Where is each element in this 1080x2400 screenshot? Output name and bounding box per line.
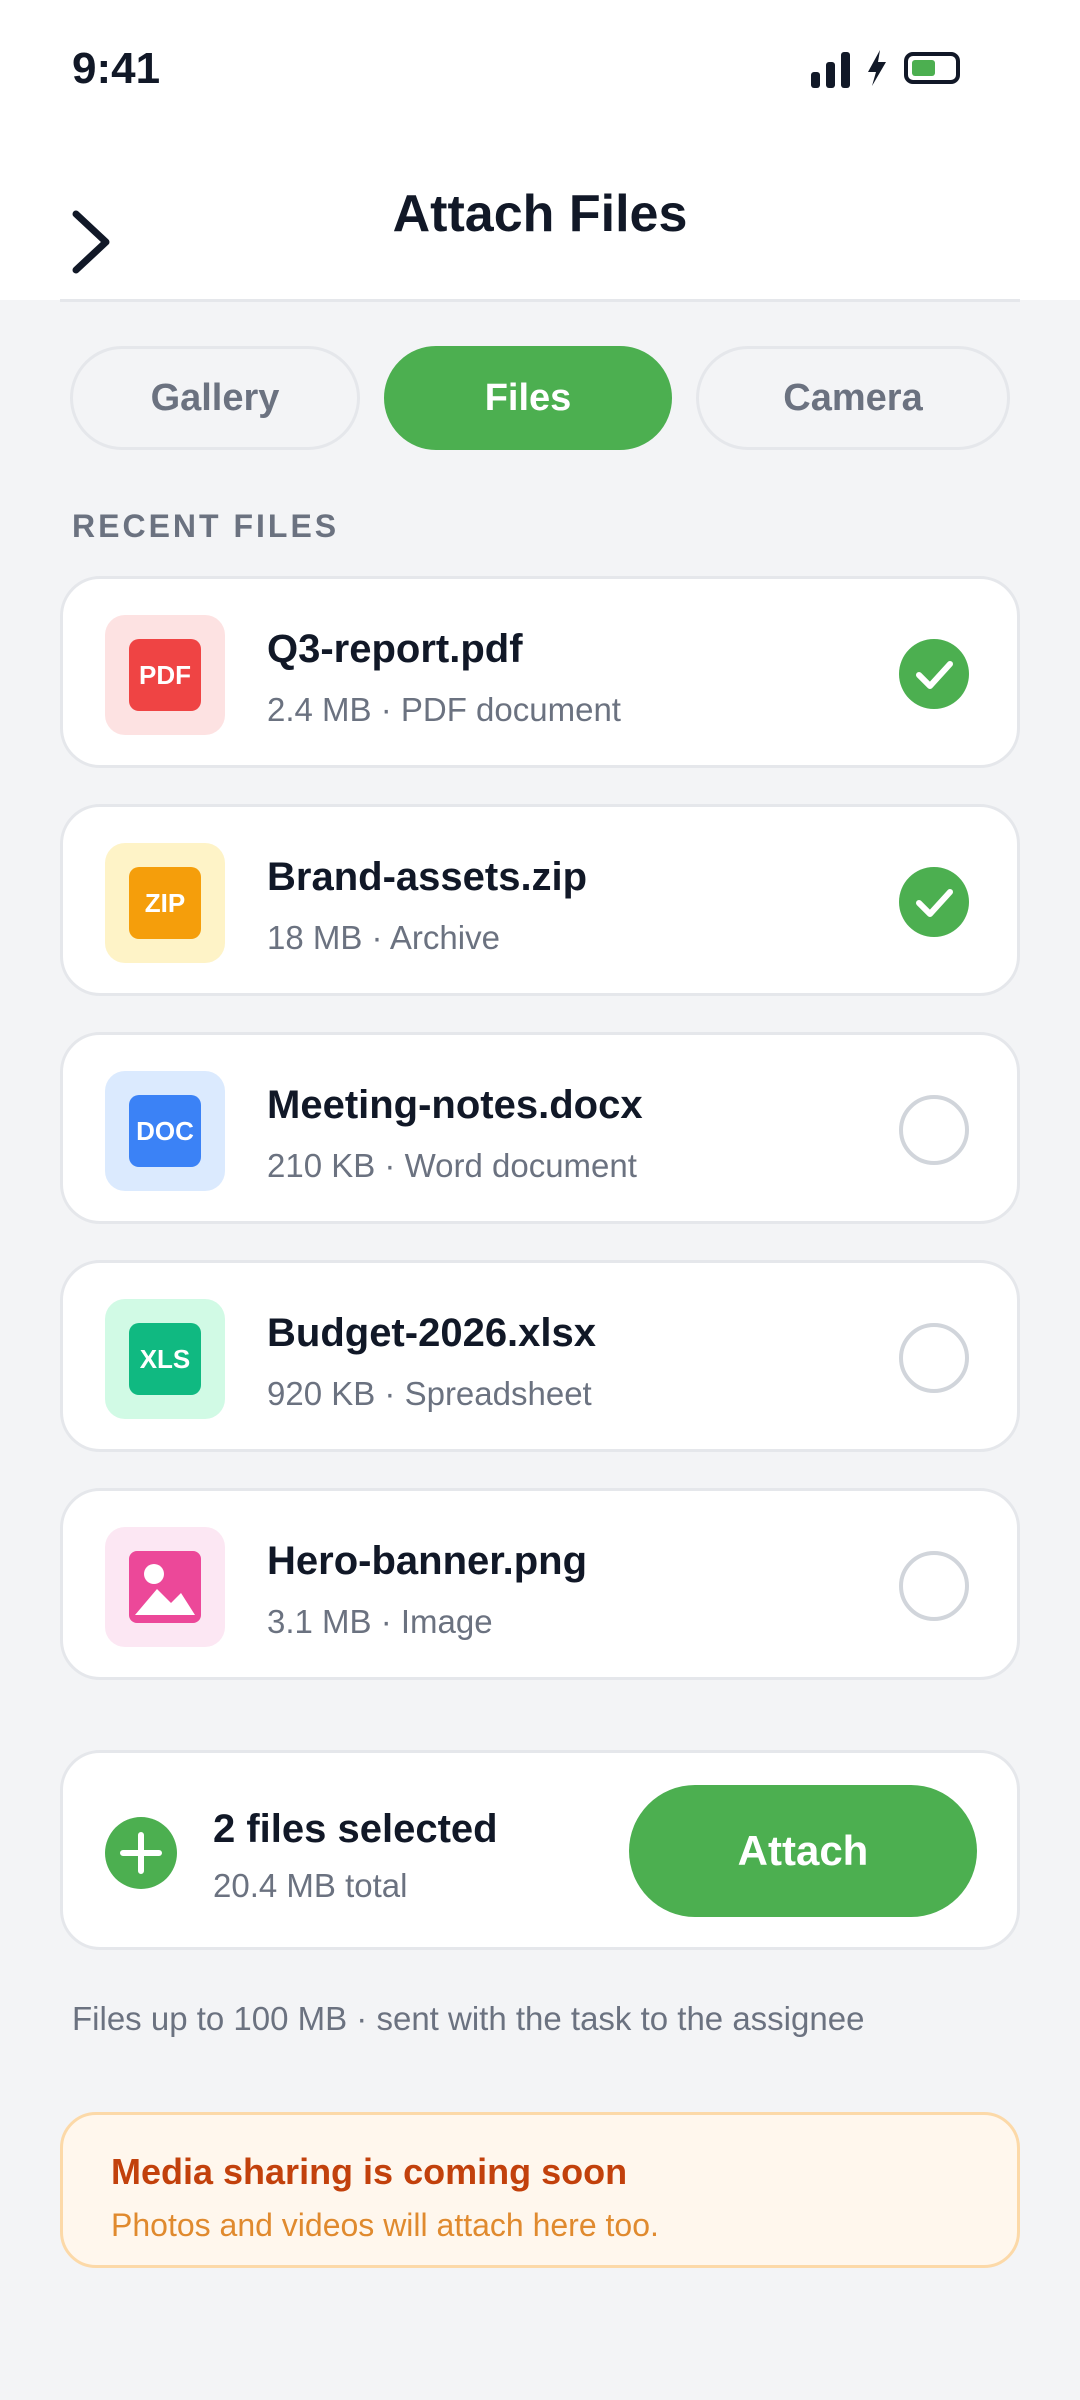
tab-camera[interactable]: Camera (696, 346, 1010, 450)
zip-badge: ZIP (129, 867, 201, 939)
checkbox-unchecked[interactable] (899, 1095, 969, 1165)
image-icon (129, 1551, 201, 1623)
file-name: Meeting-notes.docx (267, 1083, 643, 1127)
file-row-q3-report[interactable]: PDF Q3-report.pdf 2.4 MB · PDF document (60, 576, 1020, 768)
notice-subtitle: Photos and videos will attach here too. (111, 2207, 659, 2243)
pdf-file-icon: PDF (105, 615, 225, 735)
doc-badge: DOC (129, 1095, 201, 1167)
signal-icon (811, 48, 850, 88)
check-icon (916, 661, 953, 689)
notice-title: Media sharing is coming soon (111, 2151, 628, 2192)
checkbox-checked[interactable] (899, 867, 969, 937)
size-limit-note: Files up to 100 MB · sent with the task … (72, 2000, 865, 2037)
file-row-brand-assets[interactable]: ZIP Brand-assets.zip 18 MB · Archive (60, 804, 1020, 996)
file-row-meeting-notes[interactable]: DOC Meeting-notes.docx 210 KB · Word doc… (60, 1032, 1020, 1224)
file-meta: 2.4 MB · PDF document (267, 691, 621, 728)
file-name: Hero-banner.png (267, 1539, 588, 1583)
checkbox-unchecked[interactable] (899, 1551, 969, 1621)
file-row-hero-banner[interactable]: Hero-banner.png 3.1 MB · Image (60, 1488, 1020, 1680)
check-icon (916, 889, 953, 917)
file-meta: 18 MB · Archive (267, 919, 500, 956)
pdf-badge: PDF (129, 639, 201, 711)
file-meta: 3.1 MB · Image (267, 1603, 493, 1640)
status-icons (811, 40, 960, 96)
file-row-budget[interactable]: XLS Budget-2026.xlsx 920 KB · Spreadshee… (60, 1260, 1020, 1452)
charging-bolt-icon (868, 50, 886, 86)
file-meta: 920 KB · Spreadsheet (267, 1375, 592, 1412)
file-meta: 210 KB · Word document (267, 1147, 637, 1184)
selection-summary: 2 files selected 20.4 MB total Attach (60, 1750, 1020, 1950)
section-label: RECENT FILES (72, 508, 340, 544)
file-name: Brand-assets.zip (267, 855, 588, 899)
plus-circle-icon[interactable] (105, 1817, 177, 1889)
tab-files[interactable]: Files (384, 346, 672, 450)
coming-soon-notice: Media sharing is coming soon Photos and … (60, 2112, 1020, 2268)
image-file-icon (105, 1527, 225, 1647)
checkbox-checked[interactable] (899, 639, 969, 709)
selected-count: 2 files selected (213, 1807, 498, 1851)
doc-file-icon: DOC (105, 1071, 225, 1191)
tab-gallery[interactable]: Gallery (70, 346, 360, 450)
source-tabs: Gallery Files Camera (70, 346, 1010, 450)
checkbox-unchecked[interactable] (899, 1323, 969, 1393)
page-title: Attach Files (392, 185, 688, 243)
file-name: Q3-report.pdf (267, 627, 523, 671)
xls-badge: XLS (129, 1323, 201, 1395)
zip-file-icon: ZIP (105, 843, 225, 963)
file-name: Budget-2026.xlsx (267, 1311, 597, 1355)
xls-file-icon: XLS (105, 1299, 225, 1419)
attach-button[interactable]: Attach (629, 1785, 977, 1917)
header-divider (60, 299, 1020, 302)
selected-total-size: 20.4 MB total (213, 1867, 408, 1904)
battery-icon (904, 52, 960, 84)
status-time: 9:41 (72, 44, 161, 93)
